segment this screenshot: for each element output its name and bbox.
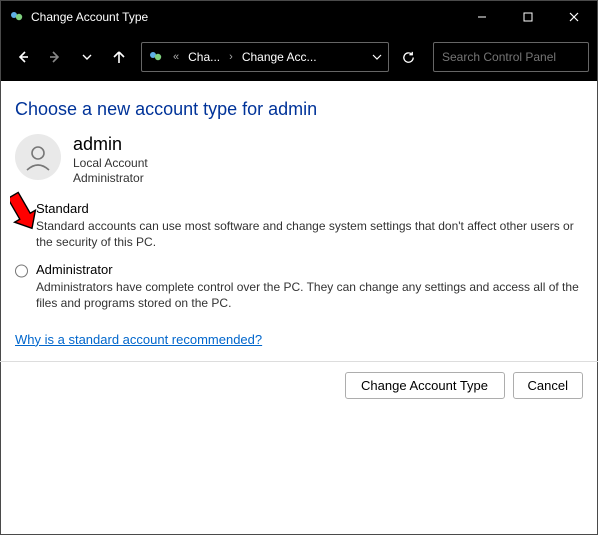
- up-button[interactable]: [105, 43, 133, 71]
- window-title: Change Account Type: [31, 10, 459, 24]
- option-admin-label: Administrator: [36, 262, 583, 277]
- breadcrumb-overflow[interactable]: «: [170, 51, 182, 63]
- account-role-label: Administrator: [73, 171, 148, 187]
- chevron-right-icon: ›: [226, 51, 236, 63]
- titlebar: Change Account Type: [1, 1, 597, 33]
- account-summary: admin Local Account Administrator: [15, 134, 583, 187]
- page-heading: Choose a new account type for admin: [15, 99, 583, 120]
- app-icon: [9, 9, 25, 25]
- cancel-button[interactable]: Cancel: [513, 372, 583, 399]
- close-button[interactable]: [551, 1, 597, 33]
- search-box[interactable]: [433, 42, 589, 72]
- account-type-label: Local Account: [73, 156, 148, 172]
- option-standard-label: Standard: [36, 201, 583, 216]
- radio-standard[interactable]: [15, 203, 28, 217]
- history-dropdown[interactable]: [73, 43, 101, 71]
- option-standard-desc: Standard accounts can use most software …: [36, 218, 583, 250]
- minimize-button[interactable]: [459, 1, 505, 33]
- option-standard[interactable]: Standard Standard accounts can use most …: [15, 201, 583, 250]
- toolbar: « Cha... › Change Acc...: [1, 33, 597, 81]
- search-input[interactable]: [442, 50, 597, 64]
- avatar: [15, 134, 61, 180]
- account-name: admin: [73, 134, 148, 156]
- recommendation-link[interactable]: Why is a standard account recommended?: [15, 332, 262, 347]
- footer: Change Account Type Cancel: [1, 372, 597, 399]
- option-admin-desc: Administrators have complete control ove…: [36, 279, 583, 311]
- content-area: Choose a new account type for admin admi…: [1, 81, 597, 361]
- breadcrumb-2[interactable]: Change Acc...: [242, 50, 317, 64]
- radio-administrator[interactable]: [15, 264, 28, 278]
- divider: [0, 361, 598, 362]
- back-button[interactable]: [9, 43, 37, 71]
- refresh-button[interactable]: [393, 42, 423, 72]
- chevron-down-icon[interactable]: [372, 50, 382, 65]
- change-account-type-button[interactable]: Change Account Type: [345, 372, 505, 399]
- address-bar[interactable]: « Cha... › Change Acc...: [141, 42, 389, 72]
- users-icon: [148, 49, 164, 65]
- option-administrator[interactable]: Administrator Administrators have comple…: [15, 262, 583, 311]
- maximize-button[interactable]: [505, 1, 551, 33]
- breadcrumb-1[interactable]: Cha...: [188, 50, 220, 64]
- forward-button[interactable]: [41, 43, 69, 71]
